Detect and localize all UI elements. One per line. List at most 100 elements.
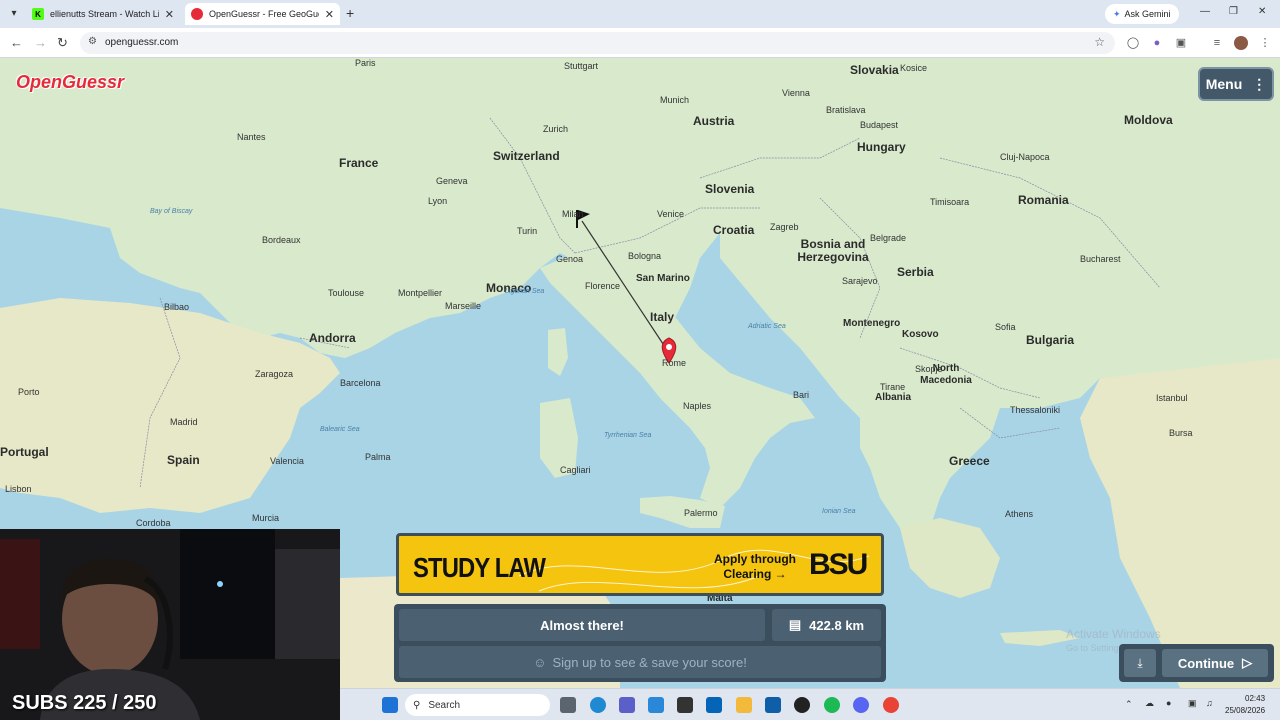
city-label: Montpellier bbox=[398, 288, 443, 298]
city-label: Geneva bbox=[436, 176, 468, 186]
url-text: openguessr.com bbox=[105, 37, 179, 48]
country-label: Serbia bbox=[897, 265, 934, 279]
bookmark-star-icon[interactable]: ☆ bbox=[1094, 35, 1105, 49]
microphone-icon[interactable]: ● bbox=[1166, 698, 1171, 708]
discord-icon[interactable] bbox=[853, 697, 869, 713]
kebab-menu-icon[interactable]: ⋮ bbox=[1258, 36, 1272, 50]
store-icon[interactable] bbox=[765, 697, 781, 713]
city-label: Paris bbox=[355, 58, 376, 68]
display-icon[interactable]: ▣ bbox=[1188, 698, 1197, 709]
city-label: Sarajevo bbox=[842, 276, 878, 286]
copilot-icon[interactable] bbox=[648, 697, 664, 713]
app-icon[interactable] bbox=[677, 697, 693, 713]
city-label: Naples bbox=[683, 401, 712, 411]
file-explorer-icon[interactable] bbox=[736, 697, 752, 713]
task-view-icon[interactable] bbox=[560, 697, 576, 713]
back-arrow-icon[interactable]: ← bbox=[10, 35, 23, 50]
city-label: Bordeaux bbox=[262, 235, 301, 245]
continue-button[interactable]: Continue ▷ bbox=[1162, 649, 1268, 677]
city-label: Munich bbox=[660, 95, 690, 105]
windows-start-icon[interactable] bbox=[382, 697, 398, 713]
ask-gemini-label: Ask Gemini bbox=[1124, 9, 1171, 19]
chrome-icon[interactable] bbox=[883, 697, 899, 713]
site-info-icon[interactable]: ⚙ bbox=[88, 36, 97, 47]
result-panel: Almost there! ▤ 422.8 km ☺ Sign up to se… bbox=[394, 604, 886, 682]
reload-icon[interactable]: ↻ bbox=[57, 35, 68, 51]
distance-display: ▤ 422.8 km bbox=[772, 609, 881, 641]
city-label: Bilbao bbox=[164, 302, 190, 312]
country-label: San Marino bbox=[636, 273, 690, 284]
restore-icon[interactable]: ❐ bbox=[1229, 6, 1238, 17]
ad-headline: STUDY LAW bbox=[413, 552, 546, 583]
sea-label: Bay of Biscay bbox=[150, 208, 193, 215]
tab-kick-stream[interactable]: K ellienutts Stream - Watch Live o ✕ bbox=[26, 3, 180, 25]
city-label: Cordoba bbox=[136, 518, 171, 528]
country-label: Moldova bbox=[1124, 113, 1173, 127]
city-label: Bucharest bbox=[1080, 254, 1121, 264]
city-label: Tirane bbox=[880, 382, 906, 392]
country-label: Hungary bbox=[857, 140, 906, 154]
reading-list-icon[interactable]: ≡ bbox=[1210, 36, 1224, 50]
openguessr-logo[interactable]: OpenGuessr bbox=[16, 72, 124, 93]
search-label: Search bbox=[428, 699, 461, 711]
country-label: Austria bbox=[693, 114, 735, 128]
close-tab-icon[interactable]: ✕ bbox=[165, 8, 174, 21]
city-label: Genoa bbox=[556, 254, 584, 264]
city-label: Bari bbox=[793, 390, 810, 400]
obs-icon[interactable] bbox=[794, 697, 810, 713]
tab-search-chevron-icon[interactable]: ▾ bbox=[6, 6, 22, 22]
profile-avatar[interactable] bbox=[1234, 36, 1248, 50]
city-label: Madrid bbox=[170, 417, 198, 427]
country-label: Kosovo bbox=[902, 329, 939, 340]
spotify-icon[interactable] bbox=[824, 697, 840, 713]
city-label: Istanbul bbox=[1156, 393, 1188, 403]
signup-button[interactable]: ☺ Sign up to see & save your score! bbox=[399, 646, 881, 678]
close-tab-icon[interactable]: ✕ bbox=[325, 8, 334, 21]
city-label: Zurich bbox=[543, 124, 569, 134]
window-close-icon[interactable]: ✕ bbox=[1258, 6, 1266, 17]
city-label: Nantes bbox=[237, 132, 266, 142]
result-message: Almost there! bbox=[399, 609, 765, 641]
bottom-right-controls: ⤓ Continue ▷ bbox=[1119, 644, 1274, 682]
shield-extension-icon[interactable]: ◯ bbox=[1126, 36, 1140, 50]
city-label: Florence bbox=[585, 281, 621, 291]
city-label: Timisoara bbox=[930, 197, 970, 207]
search-icon: ⚲ bbox=[413, 699, 421, 711]
kebab-menu-icon: ⋮ bbox=[1252, 75, 1267, 92]
volume-icon[interactable]: ♫ bbox=[1206, 698, 1213, 708]
country-label: Switzerland bbox=[493, 149, 560, 163]
teams-icon[interactable] bbox=[619, 697, 635, 713]
minimize-icon[interactable]: — bbox=[1200, 6, 1210, 17]
network-icon[interactable]: ☁ bbox=[1145, 698, 1154, 709]
city-label: Bratislava bbox=[826, 105, 866, 115]
edge-icon[interactable] bbox=[590, 697, 606, 713]
sea-label: Balearic Sea bbox=[320, 426, 360, 433]
city-label: Milan bbox=[562, 209, 584, 219]
taskbar-clock[interactable]: 02:43 25/08/2026 bbox=[1225, 693, 1265, 717]
menu-button[interactable]: Menu ⋮ bbox=[1198, 67, 1274, 101]
country-label: Bosnia and Herzegovina bbox=[797, 237, 869, 264]
city-label: Palma bbox=[365, 452, 391, 462]
tray-chevron-icon[interactable]: ⌃ bbox=[1125, 699, 1133, 710]
tab-openguessr[interactable]: OpenGuessr - Free GeoGuessr A ✕ bbox=[185, 3, 340, 25]
sea-label: Adriatic Sea bbox=[748, 323, 786, 330]
browser-address-bar: ← → ↻ ⚙ openguessr.com ☆ ◯ ● ▣ ≡ ⋮ bbox=[0, 28, 1280, 58]
puzzle-extensions-icon[interactable]: ▣ bbox=[1174, 36, 1188, 50]
url-bar[interactable]: ⚙ openguessr.com ☆ bbox=[80, 32, 1115, 54]
taskbar-search[interactable]: ⚲ Search bbox=[405, 694, 550, 716]
country-label: Bulgaria bbox=[1026, 333, 1075, 347]
extension-icon[interactable]: ● bbox=[1150, 36, 1164, 50]
new-tab-plus-icon[interactable]: + bbox=[346, 5, 354, 21]
download-button[interactable]: ⤓ bbox=[1124, 649, 1156, 677]
city-label: Cluj-Napoca bbox=[1000, 152, 1050, 162]
ask-gemini-button[interactable]: ✦ Ask Gemini bbox=[1105, 4, 1179, 24]
forward-arrow-icon[interactable]: → bbox=[34, 35, 47, 50]
city-label: Budapest bbox=[860, 120, 899, 130]
city-label: Bologna bbox=[628, 251, 662, 261]
city-label: Barcelona bbox=[340, 378, 381, 388]
city-label: Lyon bbox=[428, 196, 448, 206]
tab-title: OpenGuessr - Free GeoGuessr A bbox=[209, 9, 319, 19]
play-triangle-icon: ▷ bbox=[1242, 655, 1253, 670]
advertisement-banner[interactable]: STUDY LAW Apply through Clearing → BSU bbox=[396, 533, 884, 596]
outlook-icon[interactable] bbox=[706, 697, 722, 713]
